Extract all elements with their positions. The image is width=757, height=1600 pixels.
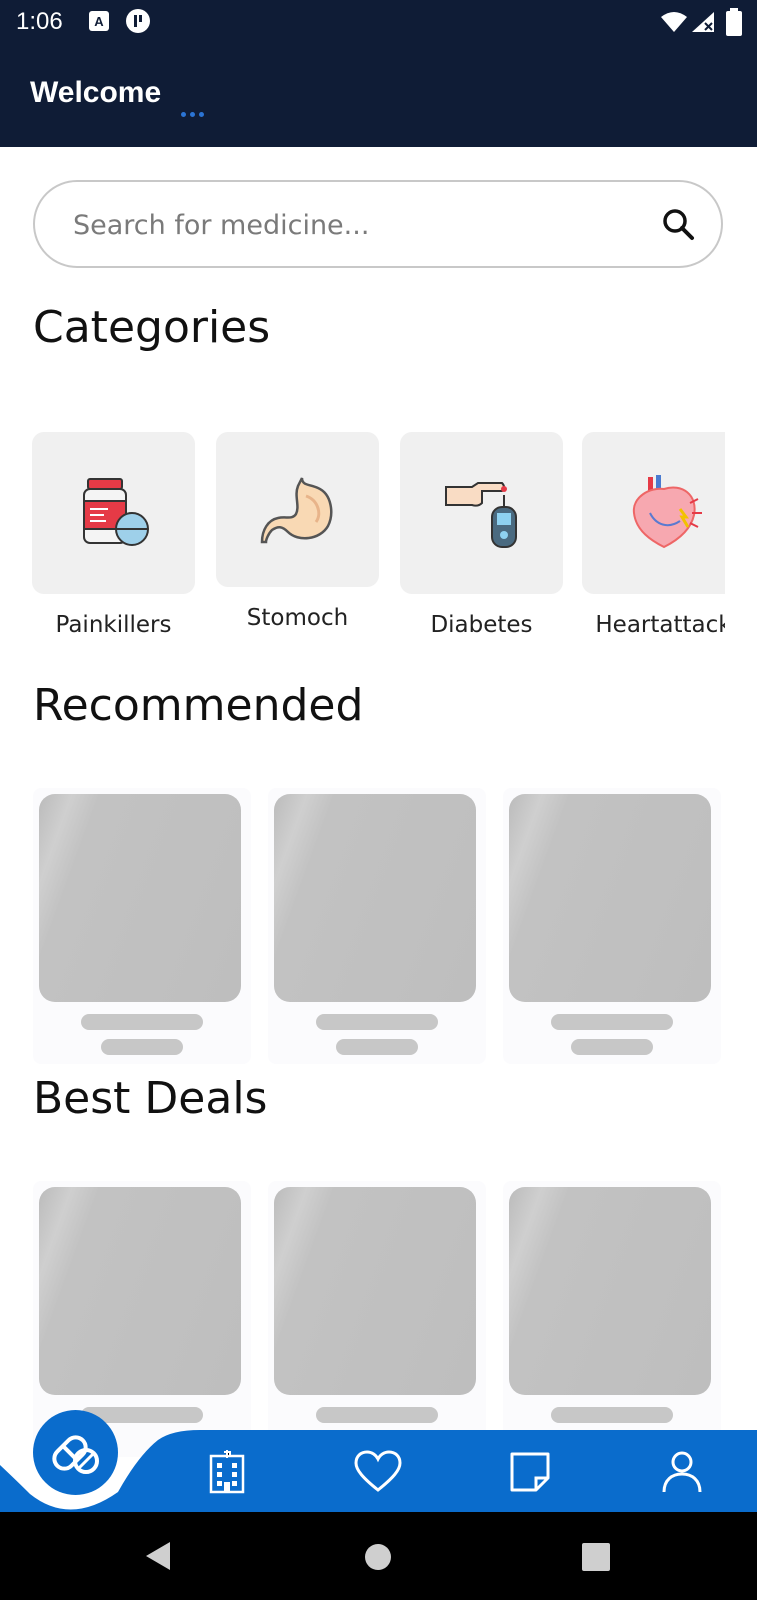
search-input[interactable] bbox=[71, 182, 635, 268]
category-diabetes[interactable]: Diabetes bbox=[400, 432, 563, 638]
wifi-icon bbox=[661, 12, 687, 32]
status-bar: 1:06 A bbox=[0, 0, 757, 46]
hospital-icon[interactable] bbox=[205, 1450, 249, 1494]
image-placeholder bbox=[274, 794, 476, 1002]
text-placeholder bbox=[551, 1407, 673, 1423]
text-placeholder bbox=[336, 1039, 418, 1055]
categories-heading: Categories bbox=[33, 302, 271, 353]
notification-p-icon bbox=[126, 9, 150, 33]
text-placeholder bbox=[551, 1014, 673, 1030]
recommended-heading: Recommended bbox=[33, 680, 364, 731]
text-placeholder bbox=[81, 1014, 203, 1030]
deal-card-placeholder[interactable] bbox=[268, 1181, 486, 1457]
recommended-card-placeholder[interactable] bbox=[33, 788, 251, 1064]
stomach-icon bbox=[260, 476, 332, 543]
note-icon[interactable] bbox=[508, 1450, 552, 1494]
system-nav-bar bbox=[0, 1512, 757, 1600]
glucose-meter-icon bbox=[444, 482, 517, 548]
app-bar: Welcome bbox=[0, 46, 757, 147]
image-placeholder bbox=[509, 794, 711, 1002]
deal-card-placeholder[interactable] bbox=[503, 1181, 721, 1457]
image-placeholder bbox=[39, 794, 241, 1002]
recents-icon[interactable] bbox=[581, 1542, 611, 1572]
best-deals-heading: Best Deals bbox=[33, 1073, 268, 1124]
recommended-card-placeholder[interactable] bbox=[503, 788, 721, 1064]
image-placeholder bbox=[509, 1187, 711, 1395]
image-placeholder bbox=[274, 1187, 476, 1395]
loading-dots-icon bbox=[181, 102, 208, 121]
text-placeholder bbox=[316, 1014, 438, 1030]
category-heartattack[interactable]: Heartattack bbox=[582, 432, 725, 652]
svg-text:A: A bbox=[94, 14, 104, 29]
back-icon[interactable] bbox=[142, 1540, 172, 1572]
text-placeholder bbox=[316, 1407, 438, 1423]
image-placeholder bbox=[39, 1187, 241, 1395]
medicine-fab-button[interactable] bbox=[33, 1410, 118, 1495]
category-label: Painkillers bbox=[55, 612, 172, 638]
heart-icon[interactable] bbox=[353, 1450, 403, 1494]
battery-icon bbox=[726, 8, 742, 36]
category-label: Stomoch bbox=[246, 605, 349, 631]
heart-organ-icon bbox=[632, 475, 702, 549]
notification-a-icon: A bbox=[89, 11, 109, 31]
page-title: Welcome bbox=[30, 76, 162, 109]
status-time: 1:06 bbox=[16, 8, 63, 35]
pill-bottle-icon bbox=[82, 478, 149, 546]
category-stomach[interactable]: Stomoch bbox=[216, 432, 379, 631]
search-bar bbox=[33, 180, 723, 268]
recommended-card-placeholder[interactable] bbox=[268, 788, 486, 1064]
category-label: Heartattack bbox=[595, 612, 725, 638]
cell-signal-icon bbox=[692, 12, 714, 32]
search-icon[interactable] bbox=[661, 207, 695, 241]
category-label: Diabetes bbox=[430, 612, 533, 638]
home-icon[interactable] bbox=[363, 1542, 393, 1572]
text-placeholder bbox=[101, 1039, 183, 1055]
profile-icon[interactable] bbox=[660, 1450, 704, 1494]
category-painkillers[interactable]: Painkillers bbox=[32, 432, 195, 638]
medicine-capsule-icon bbox=[51, 1434, 99, 1474]
text-placeholder bbox=[571, 1039, 653, 1055]
